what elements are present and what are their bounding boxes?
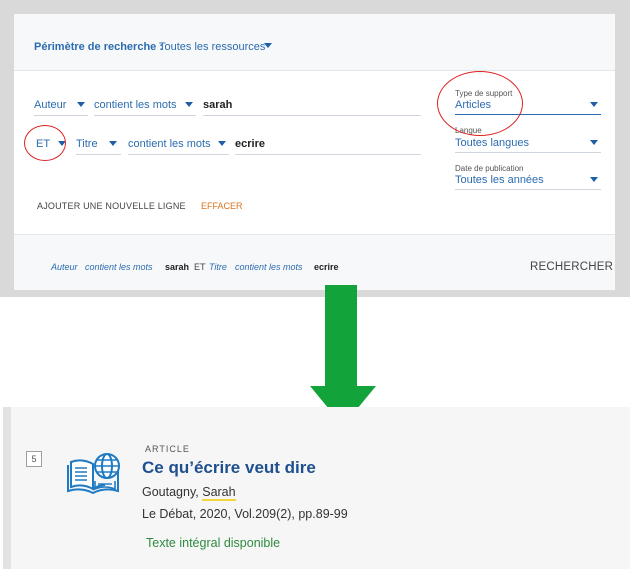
row1-field-underline <box>34 115 88 116</box>
publication-date-label: Date de publication <box>455 164 524 173</box>
summary-term-2: ecrire <box>314 262 339 272</box>
advanced-search-panel: Périmètre de recherche : Toutes les ress… <box>14 14 615 290</box>
result-left-bar <box>3 407 11 569</box>
chevron-down-icon[interactable] <box>264 43 272 48</box>
summary-field-2: Titre <box>209 262 227 272</box>
row1-field-select[interactable]: Auteur <box>34 99 66 111</box>
summary-operator-2: contient les mots <box>235 262 303 272</box>
chevron-down-icon[interactable] <box>218 141 226 146</box>
search-result-item: 5 ARTICLE Ce qu’écrire veut dire Goutagn… <box>3 407 630 569</box>
row2-field-select[interactable]: Titre <box>76 138 98 150</box>
annotation-oval-support <box>437 71 523 136</box>
search-scope-label: Périmètre de recherche : <box>34 41 164 53</box>
row2-term-input[interactable]: ecrire <box>235 138 265 150</box>
search-screenshot-frame: Périmètre de recherche : Toutes les ress… <box>0 0 630 297</box>
chevron-down-icon[interactable] <box>109 141 117 146</box>
row2-term-underline <box>235 154 421 155</box>
summary-operator-1: contient les mots <box>85 262 153 272</box>
annotation-oval-boolean <box>24 125 66 161</box>
row2-operator-select[interactable]: contient les mots <box>128 138 211 150</box>
full-text-available-link[interactable]: Texte intégral disponible <box>146 536 280 550</box>
author-first-name-highlighted: Sarah <box>202 485 236 501</box>
author-last-name: Goutagny, <box>142 485 203 499</box>
query-summary-bar: Auteur contient les mots sarah ET Titre … <box>14 234 615 290</box>
clear-button[interactable]: EFFACER <box>201 201 243 211</box>
language-underline <box>455 152 601 153</box>
row1-operator-underline <box>94 115 196 116</box>
chevron-down-icon[interactable] <box>590 102 598 107</box>
row1-term-underline <box>203 115 421 116</box>
arrow-down-shaft <box>325 285 357 387</box>
search-button[interactable]: RECHERCHER <box>530 261 613 273</box>
result-author: Goutagny, Sarah <box>142 485 236 501</box>
result-source: Le Débat, 2020, Vol.209(2), pp.89-99 <box>142 507 348 521</box>
row1-operator-select[interactable]: contient les mots <box>94 99 177 111</box>
language-select[interactable]: Toutes langues <box>455 137 529 149</box>
chevron-down-icon[interactable] <box>77 102 85 107</box>
search-scope-select[interactable]: Toutes les ressources <box>159 41 265 53</box>
publication-date-select[interactable]: Toutes les années <box>455 174 544 186</box>
summary-term-1: sarah <box>165 262 190 272</box>
add-new-line-button[interactable]: AJOUTER UNE NOUVELLE LIGNE <box>37 201 186 211</box>
chevron-down-icon[interactable] <box>590 140 598 145</box>
search-scope-row: Périmètre de recherche : Toutes les ress… <box>14 14 615 71</box>
result-title-link[interactable]: Ce qu’écrire veut dire <box>142 458 316 478</box>
summary-field-1: Auteur <box>51 262 78 272</box>
row2-operator-underline <box>128 154 229 155</box>
row1-term-input[interactable]: sarah <box>203 99 232 111</box>
result-number: 5 <box>26 451 42 467</box>
publication-date-underline <box>455 189 601 190</box>
chevron-down-icon[interactable] <box>590 177 598 182</box>
row2-field-underline <box>76 154 121 155</box>
chevron-down-icon[interactable] <box>185 102 193 107</box>
open-book-globe-icon <box>67 453 120 495</box>
result-type-label: ARTICLE <box>145 444 190 454</box>
summary-boolean: ET <box>194 262 206 272</box>
